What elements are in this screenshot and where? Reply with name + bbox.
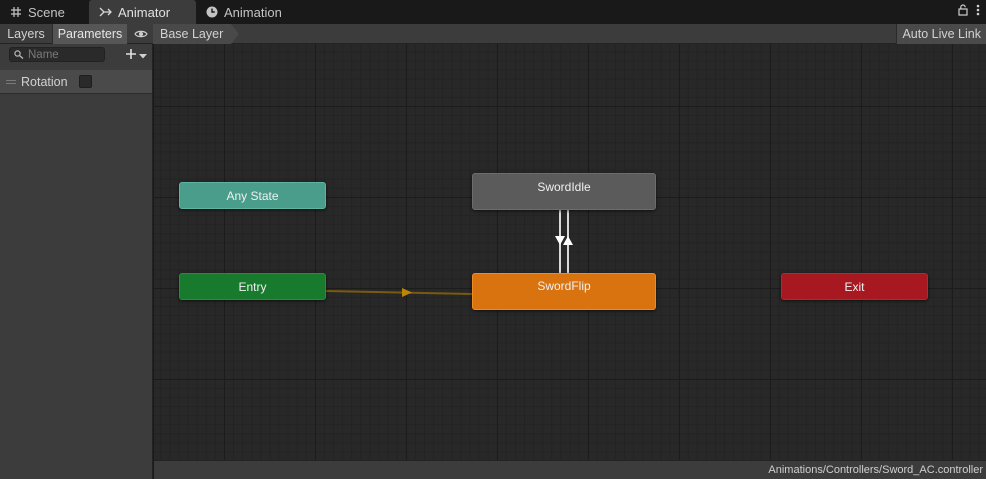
animator-toolbar: Layers Parameters Base Layer Auto Live L…: [0, 24, 986, 44]
search-icon: [14, 48, 24, 62]
parameter-bool-checkbox[interactable]: [79, 75, 92, 88]
animator-icon: [99, 6, 112, 18]
breadcrumb-base-layer[interactable]: Base Layer: [153, 24, 232, 44]
auto-live-link-button[interactable]: Auto Live Link: [896, 24, 986, 44]
grid-icon: [10, 6, 22, 18]
window-tab-bar: Scene Animator Animation: [0, 0, 986, 24]
state-node-any-state[interactable]: Any State: [179, 182, 326, 209]
layers-tab-button[interactable]: Layers: [0, 24, 53, 44]
transition-entry-to-flip[interactable]: [325, 290, 473, 295]
plus-icon: [125, 48, 137, 63]
controller-path: Animations/Controllers/Sword_AC.controll…: [768, 464, 983, 476]
state-node-exit[interactable]: Exit: [781, 273, 928, 300]
parameters-tab-button[interactable]: Parameters: [53, 24, 127, 44]
eye-icon[interactable]: [129, 24, 153, 44]
transition-arrow-up: [563, 236, 573, 245]
clock-icon: [206, 6, 218, 18]
state-node-entry[interactable]: Entry: [179, 273, 326, 300]
tab-scene[interactable]: Scene: [0, 0, 88, 24]
dropdown-arrow-icon: [139, 48, 147, 62]
parameter-search-input[interactable]: [28, 48, 98, 61]
breadcrumb: Base Layer: [153, 24, 240, 44]
state-node-swordidle[interactable]: SwordIdle: [472, 173, 656, 210]
tab-scene-label: Scene: [28, 4, 65, 20]
drag-handle-icon[interactable]: [6, 79, 16, 84]
status-bar: Animations/Controllers/Sword_AC.controll…: [154, 460, 986, 479]
add-parameter-button[interactable]: [121, 46, 151, 64]
lock-icon[interactable]: [958, 4, 968, 19]
parameter-row-rotation[interactable]: Rotation: [0, 70, 152, 94]
parameters-panel: Rotation: [0, 44, 153, 479]
parameter-name: Rotation: [21, 74, 68, 89]
more-options-icon[interactable]: [976, 4, 980, 19]
breadcrumb-arrow: [231, 24, 240, 44]
state-node-swordflip[interactable]: SwordFlip: [472, 273, 656, 310]
parameter-search-row: [0, 44, 152, 66]
tab-animator-label: Animator: [118, 4, 171, 20]
tab-animation[interactable]: Animation: [196, 0, 296, 24]
transition-arrow-down: [555, 236, 565, 245]
tab-animation-label: Animation: [224, 4, 282, 20]
tab-animator[interactable]: Animator: [89, 0, 196, 24]
state-machine-graph[interactable]: Any State Entry SwordIdle SwordFlip Exit: [154, 44, 986, 460]
transitions-layer: [325, 210, 573, 297]
transition-arrow-entry-to-flip: [402, 288, 412, 297]
parameter-search-box[interactable]: [9, 47, 105, 62]
